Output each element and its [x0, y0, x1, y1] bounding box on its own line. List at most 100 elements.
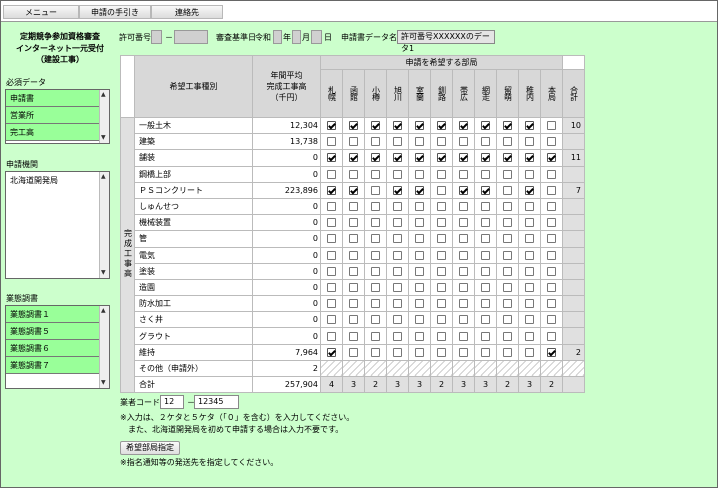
checkbox-checked[interactable]	[459, 185, 468, 195]
checkbox-unchecked[interactable]	[415, 137, 424, 147]
checkbox-unchecked[interactable]	[371, 266, 380, 276]
checkbox-checked[interactable]	[371, 121, 380, 131]
checkbox-checked[interactable]	[415, 153, 424, 163]
checkbox-unchecked[interactable]	[481, 234, 490, 244]
checkbox-checked[interactable]	[503, 121, 512, 131]
required-list-scrollbar[interactable]: ▲ ▼	[99, 90, 109, 143]
checkbox-unchecked[interactable]	[371, 202, 380, 212]
checkbox-unchecked[interactable]	[503, 266, 512, 276]
checkbox-unchecked[interactable]	[459, 250, 468, 260]
checkbox-checked[interactable]	[371, 153, 380, 163]
checkbox-unchecked[interactable]	[371, 299, 380, 309]
checkbox-unchecked[interactable]	[415, 202, 424, 212]
checkbox-unchecked[interactable]	[437, 218, 446, 228]
checkbox-unchecked[interactable]	[393, 315, 402, 325]
checkbox-unchecked[interactable]	[371, 169, 380, 179]
checkbox-unchecked[interactable]	[371, 331, 380, 341]
checkbox-unchecked[interactable]	[547, 282, 556, 292]
checkbox-unchecked[interactable]	[481, 347, 490, 357]
checkbox-checked[interactable]	[327, 185, 336, 195]
checkbox-unchecked[interactable]	[459, 331, 468, 341]
checkbox-checked[interactable]	[503, 153, 512, 163]
checkbox-unchecked[interactable]	[327, 218, 336, 228]
checkbox-unchecked[interactable]	[503, 315, 512, 325]
list-item[interactable]: 業態調書７	[6, 357, 109, 374]
checkbox-unchecked[interactable]	[371, 347, 380, 357]
checkbox-unchecked[interactable]	[349, 347, 358, 357]
checkbox-checked[interactable]	[349, 153, 358, 163]
checkbox-unchecked[interactable]	[415, 315, 424, 325]
checkbox-unchecked[interactable]	[349, 315, 358, 325]
checkbox-unchecked[interactable]	[459, 299, 468, 309]
checkbox-unchecked[interactable]	[459, 347, 468, 357]
checkbox-unchecked[interactable]	[327, 299, 336, 309]
checkbox-checked[interactable]	[349, 185, 358, 195]
list-item[interactable]: 業態調書１	[6, 306, 109, 323]
checkbox-unchecked[interactable]	[547, 185, 556, 195]
checkbox-unchecked[interactable]	[349, 282, 358, 292]
checkbox-checked[interactable]	[349, 121, 358, 131]
list-item[interactable]: 業態調書５	[6, 323, 109, 340]
checkbox-unchecked[interactable]	[525, 266, 534, 276]
menu-button-menu[interactable]: メニュー	[3, 5, 79, 19]
checkbox-unchecked[interactable]	[547, 234, 556, 244]
scroll-down-icon[interactable]: ▼	[101, 135, 106, 141]
checkbox-unchecked[interactable]	[371, 315, 380, 325]
checkbox-unchecked[interactable]	[371, 218, 380, 228]
checkbox-unchecked[interactable]	[459, 137, 468, 147]
checkbox-unchecked[interactable]	[503, 202, 512, 212]
list-item[interactable]: 申請書	[6, 90, 109, 107]
checkbox-checked[interactable]	[393, 153, 402, 163]
checkbox-checked[interactable]	[437, 121, 446, 131]
checkbox-unchecked[interactable]	[349, 218, 358, 228]
checkbox-unchecked[interactable]	[349, 234, 358, 244]
checkbox-unchecked[interactable]	[437, 202, 446, 212]
checkbox-checked[interactable]	[547, 347, 556, 357]
checkbox-unchecked[interactable]	[547, 137, 556, 147]
checkbox-unchecked[interactable]	[393, 169, 402, 179]
checkbox-unchecked[interactable]	[327, 250, 336, 260]
checkbox-unchecked[interactable]	[525, 315, 534, 325]
dept-select-button[interactable]: 希望部局指定	[120, 441, 180, 455]
list-item[interactable]: 業態調書６	[6, 340, 109, 357]
checkbox-unchecked[interactable]	[481, 218, 490, 228]
checkbox-unchecked[interactable]	[503, 250, 512, 260]
checkbox-unchecked[interactable]	[547, 218, 556, 228]
review-month-input[interactable]	[292, 30, 301, 44]
vendor-code-part1-input[interactable]: 12	[160, 395, 184, 409]
checkbox-unchecked[interactable]	[393, 218, 402, 228]
checkbox-unchecked[interactable]	[393, 250, 402, 260]
checkbox-unchecked[interactable]	[481, 315, 490, 325]
checkbox-unchecked[interactable]	[327, 202, 336, 212]
checkbox-unchecked[interactable]	[525, 169, 534, 179]
checkbox-unchecked[interactable]	[437, 185, 446, 195]
checkbox-unchecked[interactable]	[547, 315, 556, 325]
required-data-list[interactable]: 申請書 営業所 完工高 ▲ ▼	[5, 89, 110, 144]
checkbox-unchecked[interactable]	[437, 137, 446, 147]
checkbox-checked[interactable]	[437, 153, 446, 163]
checkbox-unchecked[interactable]	[393, 202, 402, 212]
scroll-up-icon[interactable]: ▲	[101, 308, 106, 314]
scroll-up-icon[interactable]: ▲	[101, 174, 106, 180]
checkbox-checked[interactable]	[327, 347, 336, 357]
checkbox-unchecked[interactable]	[547, 121, 556, 131]
checkbox-unchecked[interactable]	[393, 347, 402, 357]
survey-list-scrollbar[interactable]: ▲ ▼	[99, 306, 109, 388]
checkbox-unchecked[interactable]	[437, 234, 446, 244]
checkbox-unchecked[interactable]	[327, 137, 336, 147]
checkbox-unchecked[interactable]	[393, 137, 402, 147]
checkbox-unchecked[interactable]	[349, 331, 358, 341]
checkbox-unchecked[interactable]	[349, 169, 358, 179]
checkbox-unchecked[interactable]	[525, 282, 534, 292]
checkbox-unchecked[interactable]	[393, 299, 402, 309]
checkbox-unchecked[interactable]	[393, 282, 402, 292]
checkbox-unchecked[interactable]	[459, 315, 468, 325]
checkbox-unchecked[interactable]	[481, 266, 490, 276]
checkbox-unchecked[interactable]	[459, 169, 468, 179]
checkbox-unchecked[interactable]	[503, 185, 512, 195]
checkbox-checked[interactable]	[481, 153, 490, 163]
list-item[interactable]: 完工高	[6, 124, 109, 141]
checkbox-unchecked[interactable]	[349, 137, 358, 147]
checkbox-unchecked[interactable]	[393, 234, 402, 244]
checkbox-unchecked[interactable]	[371, 282, 380, 292]
